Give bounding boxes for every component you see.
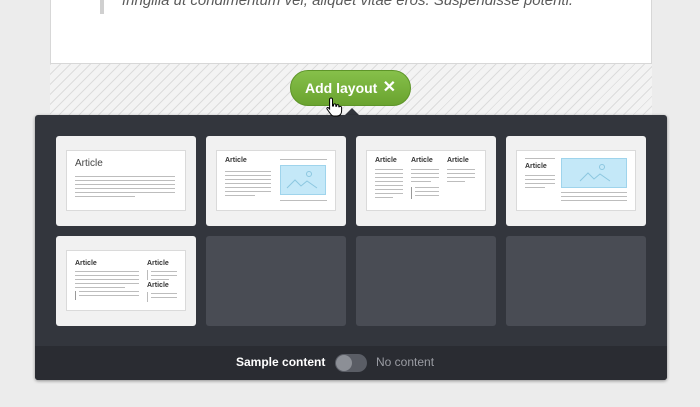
- toggle-knob: [336, 355, 352, 371]
- layout-option-article-with-wide-image[interactable]: Article: [506, 136, 646, 226]
- hand-pointer-icon: [326, 97, 343, 117]
- thumb-title: Article: [75, 158, 103, 169]
- add-layout-label: Add layout: [305, 80, 378, 96]
- editor-card: fringilla ut condimentum vel, aliquet vi…: [50, 0, 652, 64]
- layout-option-three-articles[interactable]: Article Article Article: [356, 136, 496, 226]
- layout-option-article-with-image[interactable]: Article: [206, 136, 346, 226]
- image-placeholder-icon: [561, 158, 627, 188]
- panel-footer: Sample content No content: [35, 346, 667, 380]
- layout-option-single-article[interactable]: Article: [56, 136, 196, 226]
- layout-thumbnail: Article Article Article: [366, 150, 486, 211]
- thumb-title: Article: [411, 157, 433, 164]
- thumb-title: Article: [525, 163, 547, 170]
- layout-picker-panel: Article Article Article Article Article …: [35, 115, 667, 380]
- close-icon[interactable]: ✕: [383, 79, 396, 97]
- blockquote-text: fringilla ut condimentum vel, aliquet vi…: [122, 0, 574, 9]
- add-layout-button[interactable]: Add layout ✕: [290, 70, 411, 106]
- sample-content-label: Sample content: [236, 355, 326, 369]
- empty-layout-slot: [356, 236, 496, 326]
- layout-thumbnail: Article: [516, 150, 636, 211]
- image-placeholder-icon: [280, 165, 326, 195]
- empty-layout-slot: [506, 236, 646, 326]
- layout-thumbnail: Article Article Article: [66, 250, 186, 311]
- thumb-title: Article: [447, 157, 469, 164]
- empty-layout-slot: [206, 236, 346, 326]
- thumb-title: Article: [225, 157, 247, 164]
- thumb-title: Article: [147, 260, 169, 267]
- layout-thumbnail: Article: [216, 150, 336, 211]
- no-content-label: No content: [376, 355, 435, 369]
- blockquote-bar: [100, 0, 104, 14]
- thumb-title: Article: [147, 282, 169, 289]
- thumb-title: Article: [375, 157, 397, 164]
- layout-thumbnail: Article: [66, 150, 186, 211]
- sample-content-toggle[interactable]: [335, 354, 367, 372]
- layout-option-article-with-sidebar[interactable]: Article Article Article: [56, 236, 196, 326]
- thumb-title: Article: [75, 260, 97, 267]
